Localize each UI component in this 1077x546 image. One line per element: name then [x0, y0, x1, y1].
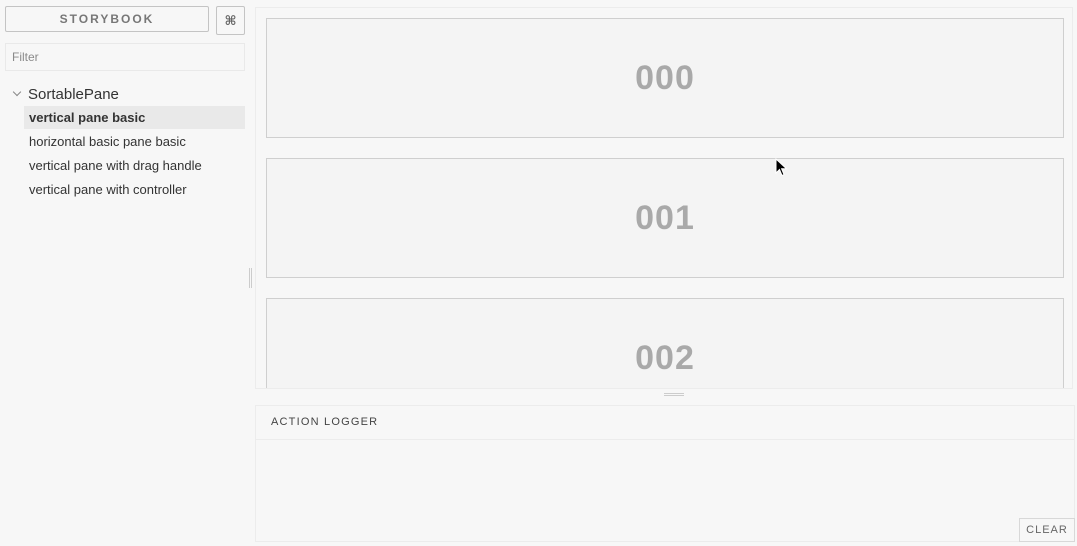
keyboard-shortcuts-button[interactable]: ⌘ [216, 6, 245, 35]
divider [256, 439, 1074, 440]
kind-label: SortablePane [28, 85, 119, 103]
tree-kind-sortablepane[interactable]: SortablePane [12, 84, 119, 104]
sortable-pane-000[interactable]: 000 [266, 18, 1064, 138]
tab-action-logger[interactable]: ACTION LOGGER [271, 416, 378, 428]
filter-input[interactable] [5, 43, 245, 71]
chevron-down-icon [12, 87, 22, 97]
pane-label: 002 [635, 338, 695, 377]
mouse-cursor-icon [775, 158, 788, 177]
story-vertical-pane-with-drag-handle[interactable]: vertical pane with drag handle [24, 154, 245, 177]
story-vertical-pane-with-controller[interactable]: vertical pane with controller [24, 178, 245, 201]
story-horizontal-basic-pane-basic[interactable]: horizontal basic pane basic [24, 130, 245, 153]
pane-label: 000 [635, 58, 695, 97]
preview-iframe: 000 001 002 [255, 7, 1073, 389]
pane-label: 001 [635, 198, 695, 237]
sortable-pane-001[interactable]: 001 [266, 158, 1064, 278]
clear-button[interactable]: CLEAR [1019, 518, 1075, 542]
storybook-brand-button[interactable]: STORYBOOK [5, 6, 209, 32]
story-vertical-pane-basic[interactable]: vertical pane basic [24, 106, 245, 129]
sidebar-resize-handle[interactable] [249, 268, 252, 288]
addon-panel-resize-handle[interactable] [664, 393, 684, 396]
command-icon: ⌘ [224, 13, 237, 28]
sortable-pane-002[interactable]: 002 [266, 298, 1064, 388]
sidebar: STORYBOOK ⌘ SortablePane vertical pane b… [0, 0, 250, 546]
addon-panel: ACTION LOGGER CLEAR [255, 405, 1075, 542]
